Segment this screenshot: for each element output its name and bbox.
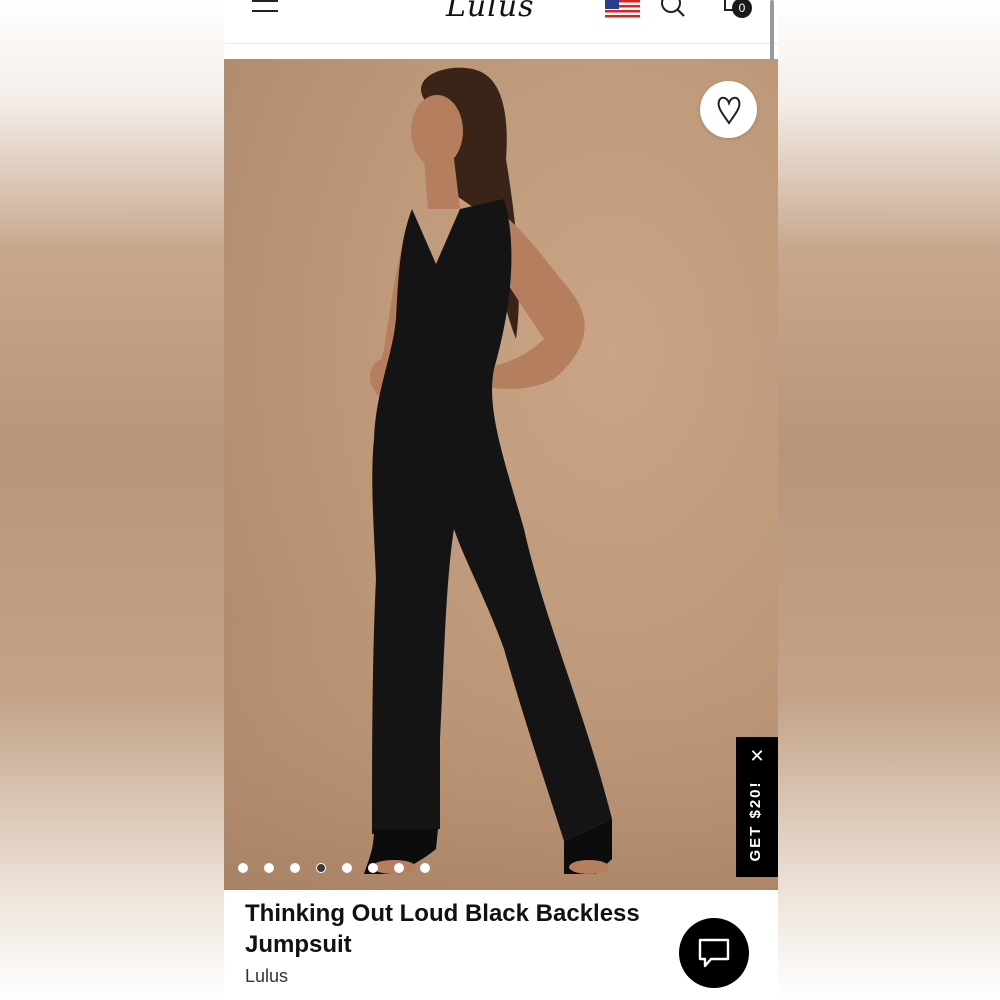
gallery-dot[interactable] [264,863,274,873]
chat-icon [698,938,730,968]
search-icon[interactable] [660,0,686,18]
site-header: Lulus 0 [224,0,778,145]
product-image-gallery[interactable]: ✕ GET $20! [224,59,778,890]
gallery-dot[interactable] [368,863,378,873]
product-info: Thinking Out Loud Black Backless Jumpsui… [224,890,778,1000]
gallery-dot[interactable] [238,863,248,873]
promo-label: GET $20! [747,780,764,862]
gallery-dot[interactable] [394,863,404,873]
product-image [224,67,778,890]
gallery-dot[interactable] [420,863,430,873]
menu-icon[interactable] [252,0,280,14]
cart-count-badge: 0 [732,0,752,18]
promo-tab[interactable]: ✕ GET $20! [736,737,778,877]
heart-icon [717,96,741,125]
gallery-dot[interactable] [290,863,300,873]
background-blur-right [778,0,1000,1000]
chat-button[interactable] [679,918,749,988]
gallery-dot-active[interactable] [316,863,326,873]
gallery-pagination [238,863,438,875]
cart-icon[interactable]: 0 [720,0,756,22]
product-brand-link[interactable]: Lulus [245,966,288,987]
phone-screen: Lulus 0 ✕ GET $20! Thinking Out Loud Bla… [224,0,778,1000]
close-icon[interactable]: ✕ [748,747,766,765]
product-title: Thinking Out Loud Black Backless Jumpsui… [245,900,640,958]
gallery-dot[interactable] [342,863,352,873]
us-flag-icon[interactable] [605,0,640,18]
background-blur-left [0,0,224,1000]
lulus-logo[interactable]: Lulus [446,0,556,22]
wishlist-button[interactable] [700,81,757,138]
